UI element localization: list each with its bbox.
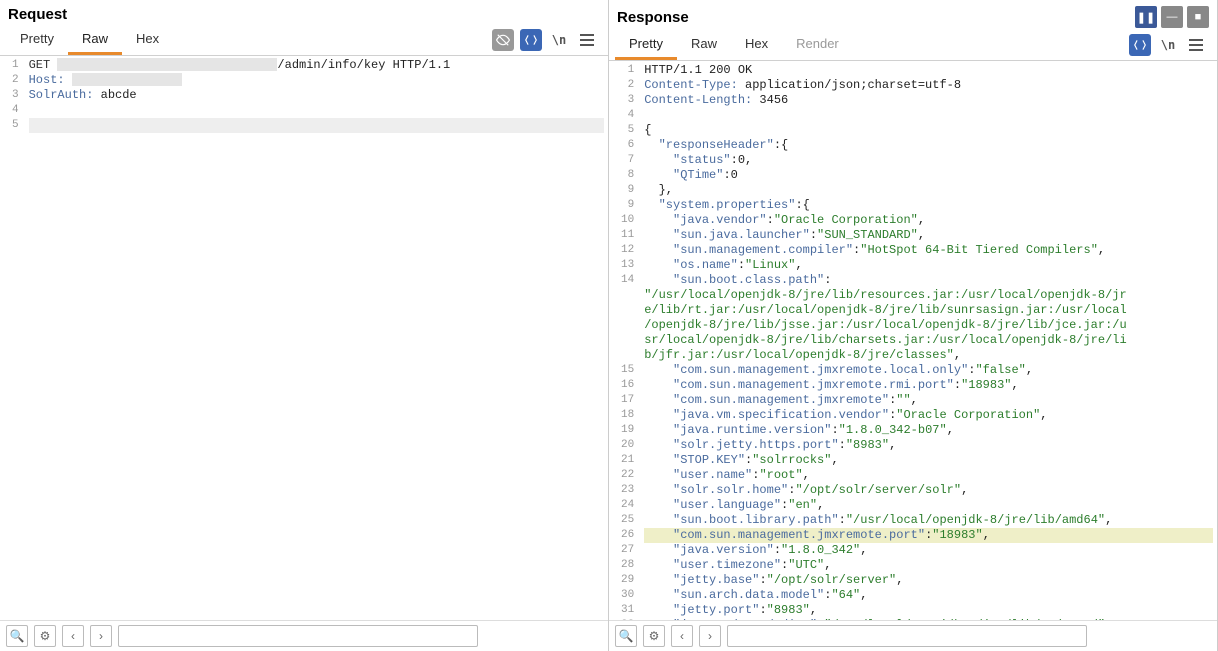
brackets-icon-resp[interactable] (1129, 34, 1151, 56)
response-panel: Response ❚❚ — ■ Pretty Raw Hex Render \n… (609, 0, 1218, 651)
tab-hex[interactable]: Hex (122, 25, 173, 55)
menu-icon-resp[interactable] (1185, 34, 1207, 56)
tab-pretty[interactable]: Pretty (6, 25, 68, 55)
settings-icon[interactable]: ⚙ (34, 625, 56, 647)
minimize-icon[interactable]: — (1161, 6, 1183, 28)
request-search-input[interactable] (118, 625, 478, 647)
response-title: Response (617, 9, 689, 26)
right-arrow-icon[interactable]: › (90, 625, 112, 647)
menu-icon[interactable] (576, 29, 598, 51)
request-tabs: Pretty Raw Hex (6, 25, 173, 55)
tab-render-resp[interactable]: Render (782, 30, 853, 60)
request-editor[interactable]: 12345 GET /admin/info/key HTTP/1.1Host: … (0, 56, 608, 620)
tab-raw[interactable]: Raw (68, 25, 122, 55)
tab-hex-resp[interactable]: Hex (731, 30, 782, 60)
search-icon[interactable]: 🔍 (6, 625, 28, 647)
request-panel: Request Pretty Raw Hex \n 12345 GET /adm… (0, 0, 609, 651)
eye-off-icon[interactable] (492, 29, 514, 51)
left-arrow-icon-resp[interactable]: ‹ (671, 625, 693, 647)
pause-icon[interactable]: ❚❚ (1135, 6, 1157, 28)
newline-toggle-icon-resp[interactable]: \n (1157, 34, 1179, 56)
tab-raw-resp[interactable]: Raw (677, 30, 731, 60)
response-tabs: Pretty Raw Hex Render (615, 30, 853, 60)
response-editor[interactable]: 1234567899101112131415161718192021222324… (609, 61, 1217, 620)
search-icon-resp[interactable]: 🔍 (615, 625, 637, 647)
tab-pretty-resp[interactable]: Pretty (615, 30, 677, 60)
right-arrow-icon-resp[interactable]: › (699, 625, 721, 647)
newline-toggle-icon[interactable]: \n (548, 29, 570, 51)
request-title: Request (8, 6, 67, 23)
response-search-input[interactable] (727, 625, 1087, 647)
settings-icon-resp[interactable]: ⚙ (643, 625, 665, 647)
left-arrow-icon[interactable]: ‹ (62, 625, 84, 647)
stop-icon[interactable]: ■ (1187, 6, 1209, 28)
brackets-icon[interactable] (520, 29, 542, 51)
